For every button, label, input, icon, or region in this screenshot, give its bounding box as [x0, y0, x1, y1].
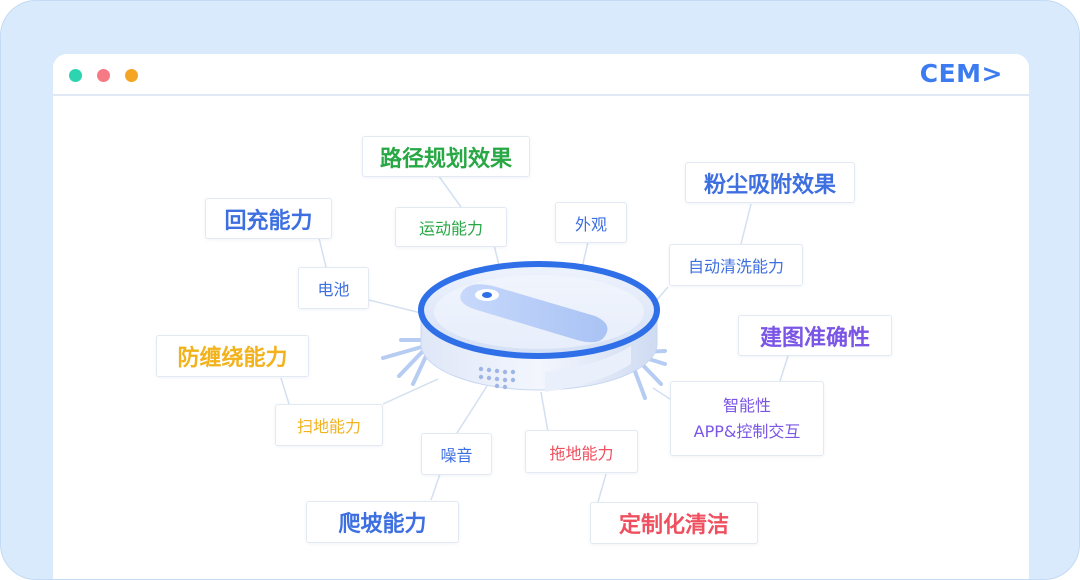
robot-vacuum-icon — [381, 261, 667, 400]
outer-frame: CEM> 路径规划效果 粉尘吸附效果 回充能力 运动能力 外观 自动清洗能力 电… — [0, 0, 1080, 580]
connector-line — [779, 355, 789, 382]
connector-line — [382, 378, 439, 405]
connector-line — [652, 387, 671, 400]
brand-logo: CEM> — [919, 59, 1003, 88]
connector-line — [540, 391, 549, 433]
label-sweeping: 扫地能力 — [275, 404, 383, 446]
connector-line — [318, 237, 327, 268]
connector-line — [437, 174, 462, 208]
browser-window: CEM> 路径规划效果 粉尘吸附效果 回充能力 运动能力 外观 自动清洗能力 电… — [53, 54, 1029, 579]
label-mapping: 建图准确性 — [738, 315, 892, 356]
label-custom-cleaning: 定制化清洁 — [590, 502, 758, 544]
label-dust-suction: 粉尘吸附效果 — [685, 162, 855, 203]
title-bar: CEM> — [53, 54, 1029, 96]
connector-line — [597, 473, 607, 503]
window-dot[interactable] — [97, 69, 110, 82]
label-intelligence-line1: 智能性 — [722, 395, 771, 415]
label-path-planning: 路径规划效果 — [362, 136, 530, 177]
connector-line — [280, 377, 290, 405]
connector-line — [430, 473, 441, 501]
label-motion: 运动能力 — [395, 207, 507, 247]
label-intelligence-line2: APP&控制交互 — [693, 421, 801, 441]
label-noise: 噪音 — [421, 433, 492, 475]
label-battery: 电池 — [298, 267, 369, 309]
label-climbing: 爬坡能力 — [306, 501, 459, 543]
label-self-cleaning: 自动清洗能力 — [669, 244, 803, 286]
label-intelligence: 智能性 APP&控制交互 — [670, 381, 824, 456]
connector-line — [740, 203, 752, 245]
label-appearance: 外观 — [555, 202, 627, 243]
label-anti-tangle: 防缠绕能力 — [156, 335, 309, 377]
connector-line — [456, 385, 488, 434]
connector-line — [368, 299, 426, 315]
window-dot[interactable] — [125, 69, 138, 82]
label-recharge: 回充能力 — [205, 198, 332, 239]
window-dot[interactable] — [69, 69, 82, 82]
label-mopping: 拖地能力 — [525, 430, 638, 473]
